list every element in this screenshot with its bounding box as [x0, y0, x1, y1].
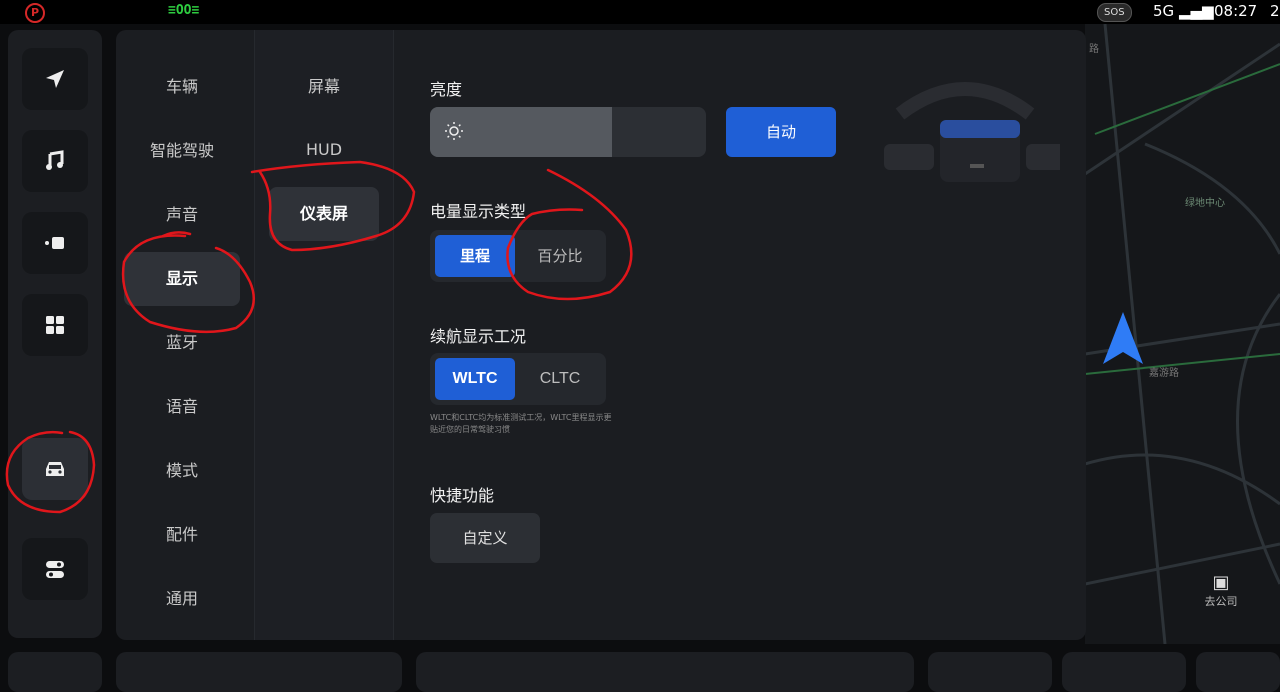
display-submenu: 屏幕 HUD 仪表屏: [255, 30, 394, 640]
rail-music-button[interactable]: [22, 130, 88, 192]
dock-home-button[interactable]: [8, 652, 102, 692]
submenu-item-instrument-cluster[interactable]: 仪表屏: [269, 187, 379, 241]
settings-menu: 车辆 智能驾驶 声音 显示 蓝牙 语音 模式 配件 通用: [116, 30, 255, 640]
range-note-line1: WLTC和CLTC均为标准测试工况，WLTC里程显示更: [430, 413, 612, 422]
menu-item-display[interactable]: 显示: [124, 252, 240, 306]
menu-item-sound[interactable]: 声音: [124, 188, 240, 242]
instrument-cluster-settings: 亮度 自动 电量显示类型 里程 百分比 续航显示工况 WLTC CLTC WLT…: [430, 30, 1086, 640]
rail-car-settings-button[interactable]: [22, 438, 88, 500]
signal-icon: ▂▄▆: [1178, 2, 1214, 20]
dock-shortcut-2[interactable]: [1062, 652, 1186, 692]
battery-display-option-percent[interactable]: 百分比: [519, 235, 601, 277]
submenu-item-hud[interactable]: HUD: [269, 123, 379, 177]
clock: 08:27: [1214, 2, 1258, 20]
dock-shortcut-1[interactable]: [928, 652, 1052, 692]
range-display-selector: WLTC CLTC: [430, 353, 606, 405]
sun-icon: [445, 122, 463, 140]
map-road-label: 路: [1089, 44, 1099, 55]
map-street-label: 嘉游路: [1149, 368, 1179, 379]
menu-item-bluetooth[interactable]: 蓝牙: [124, 316, 240, 370]
battery-display-option-mileage[interactable]: 里程: [435, 235, 515, 277]
sos-button[interactable]: SOS: [1097, 3, 1132, 22]
rail-navigation-button[interactable]: [22, 48, 88, 110]
brightness-title: 亮度: [430, 80, 463, 99]
rail-media-button[interactable]: [22, 212, 88, 274]
brightness-slider[interactable]: [430, 107, 706, 157]
menu-item-accessories[interactable]: 配件: [124, 508, 240, 562]
go-company-button[interactable]: ▣ 去公司: [1196, 572, 1246, 609]
menu-item-general[interactable]: 通用: [124, 572, 240, 626]
navigation-icon: [46, 70, 64, 88]
customize-shortcut-button[interactable]: 自定义: [430, 513, 540, 563]
battery-display-selector: 里程 百分比: [430, 230, 606, 282]
parking-brake-icon: P: [25, 3, 45, 23]
dock-shortcut-3[interactable]: [1196, 652, 1280, 692]
media-icon: [45, 237, 64, 249]
car-icon: [46, 462, 64, 476]
network-label: 5G: [1153, 2, 1175, 20]
app-rail: [8, 30, 102, 638]
status-extra: 2: [1270, 2, 1280, 20]
go-company-label: 去公司: [1204, 595, 1238, 608]
shortcut-title: 快捷功能: [430, 486, 495, 505]
menu-item-mode[interactable]: 模式: [124, 444, 240, 498]
navigation-arrow-icon: [1103, 312, 1143, 364]
dock-climate-center[interactable]: [416, 652, 914, 692]
rail-controls-button[interactable]: [22, 538, 88, 600]
menu-item-vehicle[interactable]: 车辆: [124, 60, 240, 114]
briefcase-icon: ▣: [1212, 572, 1230, 593]
range-note-line2: 贴近您的日常驾驶习惯: [430, 425, 510, 434]
network-indicator: 5G ▂▄▆: [1153, 2, 1214, 20]
instrument-cluster-illustration: [884, 82, 1060, 182]
range-option-wltc[interactable]: WLTC: [435, 358, 515, 400]
bottom-dock: [0, 646, 1280, 692]
submenu-item-screen[interactable]: 屏幕: [269, 60, 379, 114]
settings-panel: 车辆 智能驾驶 声音 显示 蓝牙 语音 模式 配件 通用 屏幕 HUD 仪表屏 …: [116, 30, 1086, 640]
rail-apps-button[interactable]: [22, 294, 88, 356]
music-icon: [46, 150, 64, 170]
menu-item-smart-driving[interactable]: 智能驾驶: [124, 124, 240, 178]
range-option-cltc[interactable]: CLTC: [519, 358, 601, 400]
toggle-icon: [46, 561, 64, 578]
map-poi-label: 绿地中心: [1185, 198, 1225, 209]
brightness-auto-button[interactable]: 自动: [726, 107, 836, 157]
range-display-note: WLTC和CLTC均为标准测试工况，WLTC里程显示更 贴近您的日常驾驶习惯: [430, 412, 720, 436]
menu-item-voice[interactable]: 语音: [124, 380, 240, 434]
range-display-title: 续航显示工况: [430, 327, 527, 346]
headlights-icon: ≡OO≡: [168, 3, 200, 18]
apps-icon: [46, 316, 64, 334]
status-bar: P ≡OO≡ SOS 5G ▂▄▆ 08:27 2: [0, 0, 1280, 24]
battery-display-title: 电量显示类型: [430, 202, 527, 221]
dock-climate-left[interactable]: [116, 652, 402, 692]
